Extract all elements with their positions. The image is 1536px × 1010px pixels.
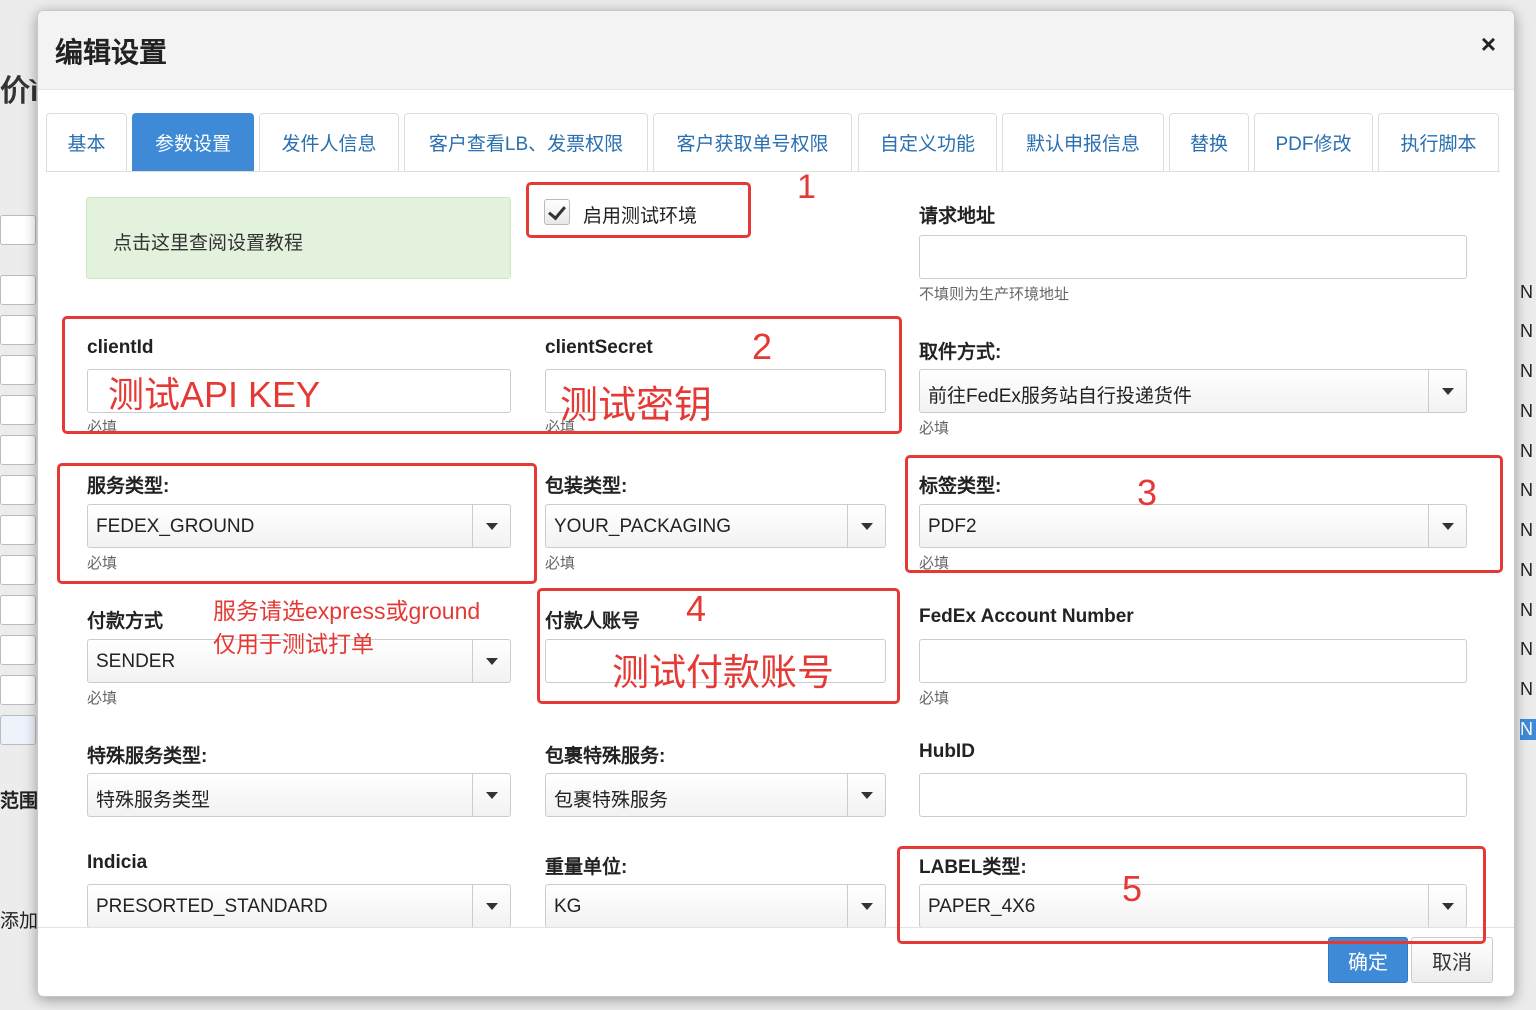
- background-heading: 价ì: [0, 75, 39, 108]
- row-cell: N: [1520, 441, 1533, 461]
- indicia-select[interactable]: PRESORTED_STANDARD: [87, 884, 511, 928]
- tab-run-script[interactable]: 执行脚本: [1378, 113, 1499, 171]
- row-cell: N: [1520, 600, 1533, 620]
- package-special-value: 包裹特殊服务: [554, 790, 669, 811]
- background-range-label: 范围: [0, 791, 39, 812]
- row-cell: N: [1520, 679, 1533, 699]
- weight-unit-select[interactable]: KG: [545, 884, 886, 928]
- tab-bar: 基本 参数设置 发件人信息 客户查看LB、发票权限 客户获取单号权限 自定义功能…: [46, 113, 1500, 172]
- row-cell: N: [1520, 560, 1533, 580]
- row-checkbox[interactable]: [0, 315, 36, 345]
- annotation-number-5: 5: [1122, 868, 1143, 909]
- package-type-label: 包装类型:: [545, 476, 628, 497]
- annotation-api-key: 测试API KEY: [108, 374, 321, 415]
- annotation-box-service: [57, 463, 537, 584]
- row-checkbox[interactable]: [0, 675, 36, 705]
- payment-method-label: 付款方式: [87, 611, 164, 632]
- chevron-down-icon: [847, 774, 885, 816]
- chevron-down-icon: [847, 885, 885, 927]
- package-special-select[interactable]: 包裹特殊服务: [545, 773, 886, 817]
- row-checkbox[interactable]: [0, 355, 36, 385]
- tab-pdf-edit[interactable]: PDF修改: [1254, 113, 1373, 171]
- special-service-label: 特殊服务类型:: [87, 746, 208, 767]
- row-cell: N: [1520, 282, 1533, 302]
- tutorial-link[interactable]: 点击这里查阅设置教程: [86, 197, 511, 279]
- tab-replace[interactable]: 替换: [1169, 113, 1249, 171]
- fedex-account-hint: 必填: [919, 690, 950, 707]
- annotation-box-3: [905, 455, 1503, 573]
- annotation-number-3: 3: [1137, 472, 1158, 513]
- tab-customer-lb-invoice[interactable]: 客户查看LB、发票权限: [404, 113, 648, 171]
- special-service-select[interactable]: 特殊服务类型: [87, 773, 511, 817]
- tab-custom-functions[interactable]: 自定义功能: [858, 113, 997, 171]
- row-cell-selected: N: [1520, 719, 1536, 740]
- special-service-value: 特殊服务类型: [96, 790, 211, 811]
- hub-id-input[interactable]: [919, 773, 1467, 817]
- row-checkbox[interactable]: [0, 275, 36, 305]
- package-type-hint: 必填: [545, 555, 576, 572]
- request-url-input[interactable]: [919, 235, 1467, 279]
- pickup-method-label: 取件方式:: [919, 342, 1002, 363]
- package-type-value: YOUR_PACKAGING: [554, 516, 732, 537]
- chevron-down-icon: [472, 640, 510, 682]
- indicia-label: Indicia: [87, 852, 148, 873]
- request-url-hint: 不填则为生产环境地址: [919, 286, 1070, 303]
- payment-method-hint: 必填: [87, 690, 118, 707]
- chevron-down-icon: [847, 505, 885, 547]
- tutorial-link-text: 点击这里查阅设置教程: [113, 233, 304, 254]
- pickup-method-select[interactable]: 前往FedEx服务站自行投递货件: [919, 369, 1467, 413]
- annotation-payer: 测试付款账号: [612, 652, 834, 693]
- pickup-method-value: 前往FedEx服务站自行投递货件: [928, 386, 1192, 407]
- annotation-number-4: 4: [686, 588, 707, 629]
- annotation-box-5: [897, 846, 1486, 944]
- fedex-account-input[interactable]: [919, 639, 1467, 683]
- chevron-down-icon: [1428, 370, 1466, 412]
- fedex-account-label: FedEx Account Number: [919, 606, 1134, 627]
- row-cell: N: [1520, 639, 1533, 659]
- row-cell: N: [1520, 321, 1533, 341]
- annotation-number-2: 2: [752, 326, 773, 367]
- row-cell: N: [1520, 480, 1533, 500]
- row-checkbox[interactable]: [0, 475, 36, 505]
- dialog-header: 编辑设置 ×: [38, 11, 1514, 90]
- chevron-down-icon: [472, 885, 510, 927]
- chevron-down-icon: [472, 774, 510, 816]
- tab-basic[interactable]: 基本: [46, 113, 127, 171]
- row-cell: N: [1520, 401, 1533, 421]
- request-url-label: 请求地址: [919, 206, 996, 227]
- row-checkbox[interactable]: [0, 215, 36, 245]
- package-type-select[interactable]: YOUR_PACKAGING: [545, 504, 886, 548]
- weight-unit-value: KG: [554, 896, 582, 917]
- row-cell: N: [1520, 520, 1533, 540]
- tab-default-declaration[interactable]: 默认申报信息: [1002, 113, 1164, 171]
- row-checkbox[interactable]: [0, 635, 36, 665]
- background-add-label: 添加: [0, 911, 39, 932]
- background-checkbox-column: [0, 215, 36, 755]
- row-checkbox[interactable]: [0, 555, 36, 585]
- row-checkbox[interactable]: [0, 515, 36, 545]
- indicia-value: PRESORTED_STANDARD: [96, 896, 328, 917]
- weight-unit-label: 重量单位:: [545, 857, 628, 878]
- annotation-note-line1: 服务请选express或ground: [213, 598, 481, 624]
- tab-parameters[interactable]: 参数设置: [132, 113, 254, 171]
- close-icon[interactable]: ×: [1481, 29, 1496, 60]
- row-checkbox[interactable]: [0, 595, 36, 625]
- tab-customer-tracking[interactable]: 客户获取单号权限: [653, 113, 852, 171]
- dialog-title: 编辑设置: [55, 37, 168, 68]
- annotation-secret: 测试密钥: [560, 385, 713, 427]
- annotation-note-line2: 仅用于测试打单: [213, 631, 374, 657]
- tab-sender-info[interactable]: 发件人信息: [259, 113, 399, 171]
- background-right-column: N N N N N N N N N N N N: [1516, 270, 1536, 750]
- hub-id-label: HubID: [919, 741, 975, 762]
- pickup-method-hint: 必填: [919, 420, 950, 437]
- payment-method-value: SENDER: [96, 651, 176, 672]
- annotation-box-1: [526, 182, 751, 238]
- row-cell: N: [1520, 361, 1533, 381]
- annotation-number-1: 1: [797, 168, 816, 206]
- row-checkbox[interactable]: [0, 435, 36, 465]
- row-checkbox-checked[interactable]: [0, 715, 36, 745]
- package-special-label: 包裹特殊服务:: [545, 746, 666, 767]
- row-checkbox[interactable]: [0, 395, 36, 425]
